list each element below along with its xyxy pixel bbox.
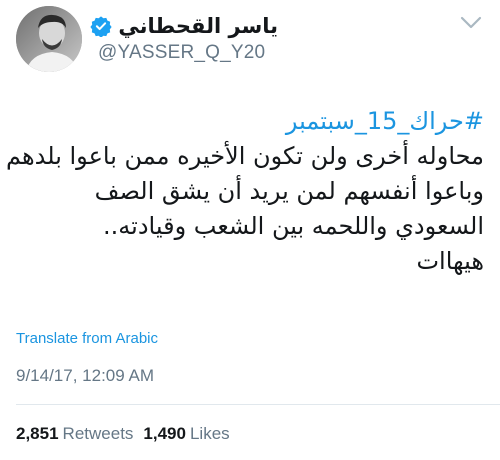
tweet-text-line: السعودي واللحمه بين الشعب وقيادته.. (103, 212, 484, 240)
tweet-text-line: محاوله أخرى ولن تكون الأخيره ممن باعوا ب… (6, 142, 484, 170)
user-avatar-icon (16, 6, 82, 72)
display-name-row[interactable]: ياسر القحطاني (90, 12, 278, 40)
tweet-text-line: وباعوا أنفسهم لمن يريد أن يشق الصف (94, 177, 484, 205)
avatar[interactable] (16, 6, 82, 72)
user-handle[interactable]: @YASSER_Q_Y20 (98, 42, 358, 64)
tweet-card: ياسر القحطاني @YASSER_Q_Y20 #حراك_15_سبت… (0, 0, 500, 460)
tweet-stats: 2,851 Retweets 1,490 Likes (16, 424, 240, 444)
translate-link[interactable]: Translate from Arabic (16, 330, 158, 347)
tweet-timestamp[interactable]: 9/14/17, 12:09 AM (16, 366, 154, 386)
divider (16, 404, 500, 405)
likes-label[interactable]: Likes (190, 424, 230, 443)
tweet-text-line: هيهاات (416, 247, 484, 275)
tweet-text: #حراك_15_سبتمبر محاوله أخرى ولن تكون الأ… (6, 104, 484, 279)
tweet-header: ياسر القحطاني @YASSER_Q_Y20 (16, 6, 486, 76)
user-names: ياسر القحطاني @YASSER_Q_Y20 (90, 12, 358, 64)
hashtag-link[interactable]: #حراك_15_سبتمبر (14, 104, 484, 139)
retweets-count[interactable]: 2,851 (16, 424, 59, 443)
likes-count[interactable]: 1,490 (143, 424, 186, 443)
retweets-label[interactable]: Retweets (63, 424, 134, 443)
verified-badge-icon (90, 15, 113, 38)
display-name: ياسر القحطاني (118, 14, 278, 38)
chevron-down-icon[interactable] (460, 16, 482, 30)
